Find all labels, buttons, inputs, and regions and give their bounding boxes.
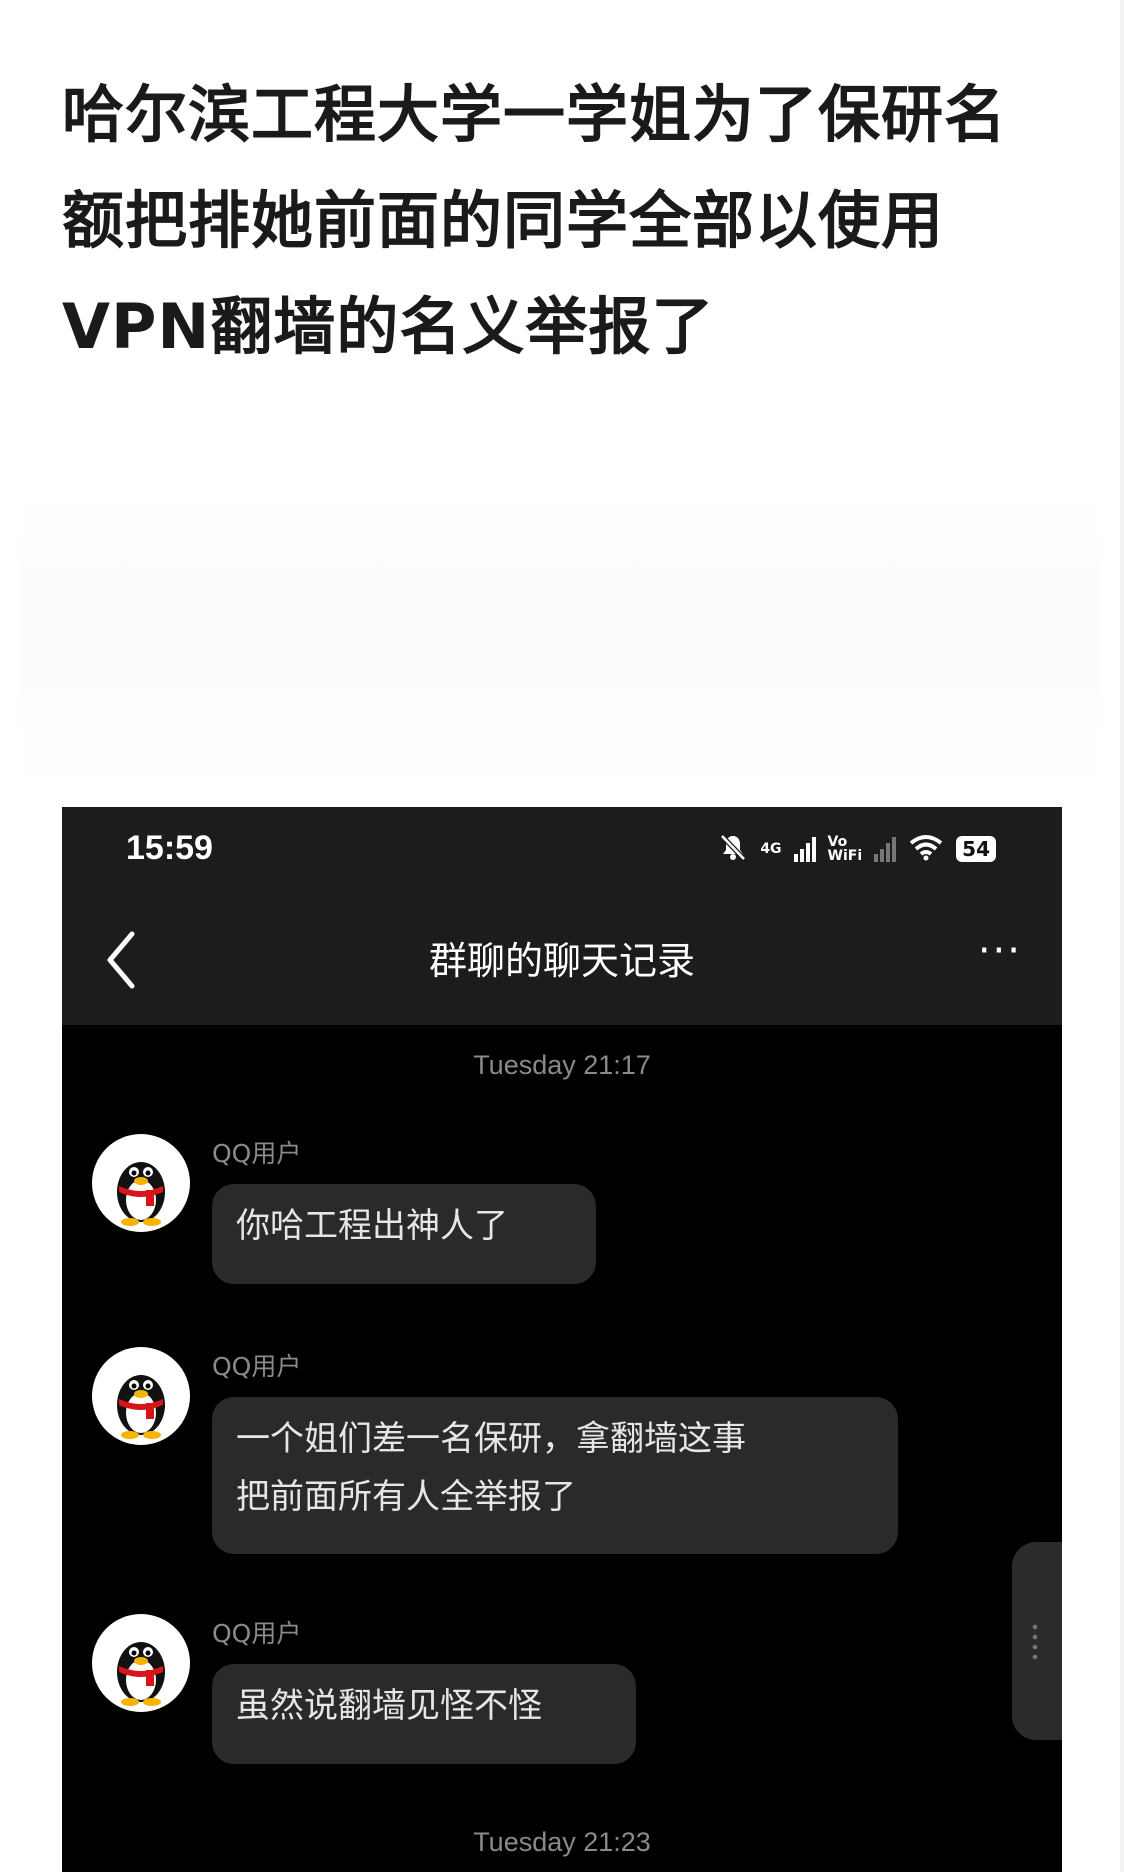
status-bar: 15:59 4G Vo WiFi 54 (62, 807, 1062, 892)
sender-name: QQ用户 (212, 1139, 302, 1168)
qq-penguin-avatar[interactable] (92, 1614, 190, 1712)
nav-title: 群聊的聊天记录 (428, 939, 695, 983)
battery-icon: 54 (956, 836, 996, 862)
message-text-line: 把前面所有人全举报了 (236, 1477, 576, 1517)
more-icon[interactable]: ··· (978, 928, 1022, 974)
sender-name: QQ用户 (212, 1352, 302, 1381)
mute-icon (718, 832, 748, 866)
signal-icon-2 (874, 836, 897, 862)
wifi-icon (908, 833, 944, 865)
timestamp: Tuesday 21:23 (473, 1827, 651, 1857)
network-type: 4G (760, 842, 781, 856)
nav-bar: 群聊的聊天记录 ··· (62, 892, 1062, 1025)
message-bubble[interactable]: 虽然说翻墙见怪不怪 (212, 1664, 636, 1764)
faded-area (20, 495, 1100, 795)
message-text: 你哈工程出神人了 (236, 1206, 508, 1246)
message-text: 虽然说翻墙见怪不怪 (236, 1686, 542, 1726)
post-headline: 哈尔滨工程大学一学姐为了保研名额把排她前面的同学全部以使用VPN翻墙的名义举报了 (62, 78, 1008, 363)
volte-label: Vo (827, 834, 848, 850)
qq-penguin-avatar[interactable] (92, 1347, 190, 1445)
chat-screenshot: 15:59 4G Vo WiFi 54 群聊的聊天记录 ··· Tuesday … (62, 807, 1062, 1872)
sender-name: QQ用户 (212, 1619, 302, 1648)
network-label: 4G (760, 841, 782, 857)
grip-icon (1032, 1622, 1038, 1662)
message-bubble[interactable]: 一个姐们差一名保研，拿翻墙这事 把前面所有人全举报了 (212, 1397, 898, 1554)
message-bubble[interactable]: 你哈工程出神人了 (212, 1184, 596, 1284)
signal-icon (793, 836, 816, 862)
message-text-line: 一个姐们差一名保研，拿翻墙这事 (236, 1419, 746, 1459)
status-icons: 4G Vo WiFi 54 (718, 829, 996, 869)
volte-wifi-label: Vo WiFi (828, 835, 863, 863)
wifi-calling-label: WiFi (827, 848, 863, 864)
scroll-handle[interactable] (1012, 1542, 1062, 1740)
timestamp: Tuesday 21:17 (473, 1050, 651, 1080)
qq-penguin-avatar[interactable] (92, 1134, 190, 1232)
page-edge (1120, 0, 1124, 1872)
clock: 15:59 (126, 829, 213, 867)
